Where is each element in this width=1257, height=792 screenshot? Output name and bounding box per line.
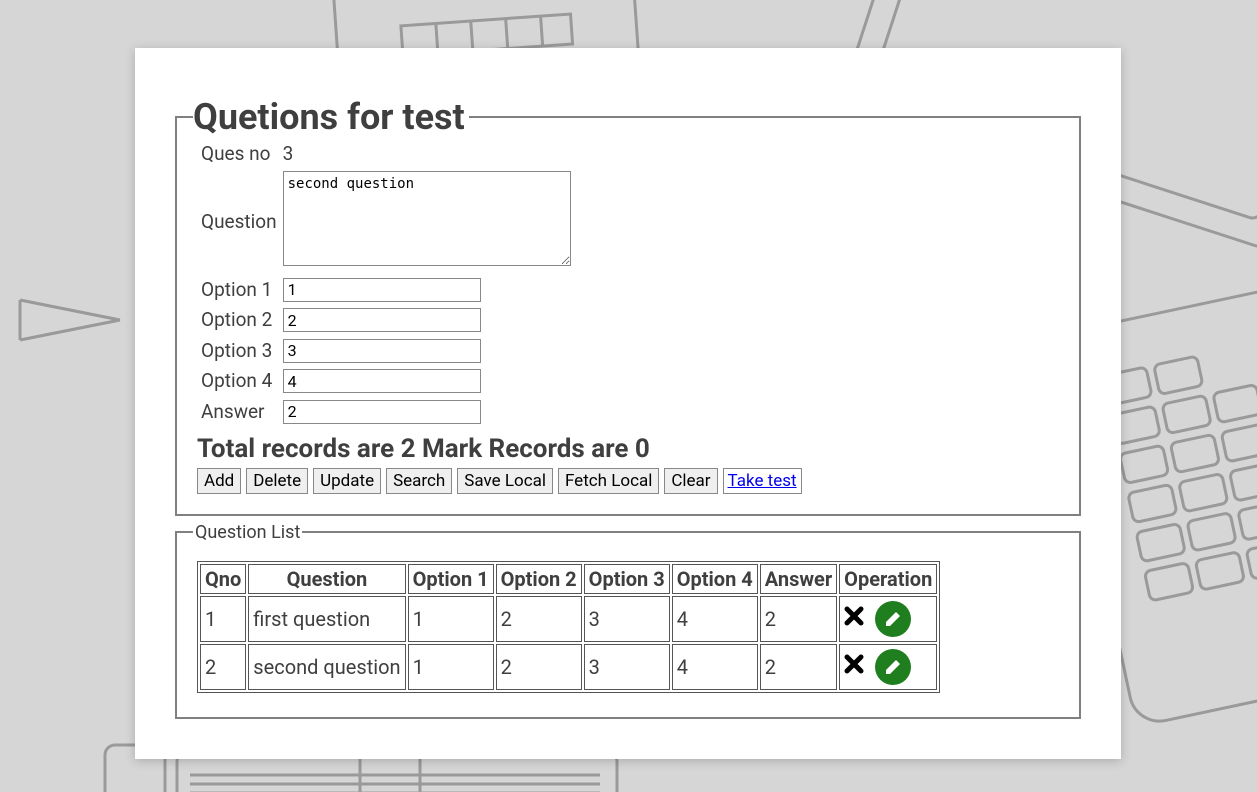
save-local-button[interactable]: Save Local bbox=[457, 468, 553, 494]
option3-label: Option 3 bbox=[199, 336, 279, 365]
ques-no-label: Ques no bbox=[199, 140, 279, 167]
list-legend: Question List bbox=[193, 522, 302, 543]
option1-label: Option 1 bbox=[199, 275, 279, 304]
cell-option1: 1 bbox=[408, 644, 494, 690]
question-textarea[interactable]: second question bbox=[283, 171, 571, 266]
col-question: Question bbox=[248, 564, 405, 594]
cell-option2: 2 bbox=[496, 596, 582, 642]
col-option2: Option 2 bbox=[496, 564, 582, 594]
search-button[interactable]: Search bbox=[386, 468, 452, 494]
question-list-fieldset: Question List Qno Question Option 1 Opti… bbox=[175, 522, 1081, 719]
answer-label: Answer bbox=[199, 397, 279, 426]
delete-icon[interactable] bbox=[844, 654, 864, 679]
edit-icon[interactable] bbox=[875, 649, 911, 685]
update-button[interactable]: Update bbox=[313, 468, 381, 494]
cell-operation bbox=[839, 596, 937, 642]
delete-icon[interactable] bbox=[844, 606, 864, 631]
cell-option2: 2 bbox=[496, 644, 582, 690]
add-button[interactable]: Add bbox=[197, 468, 241, 494]
cell-qno: 2 bbox=[200, 644, 246, 690]
button-row: Add Delete Update Search Save Local Fetc… bbox=[197, 468, 1059, 494]
col-answer: Answer bbox=[760, 564, 837, 594]
ques-no-value: 3 bbox=[281, 140, 573, 167]
cell-operation bbox=[839, 644, 937, 690]
cell-question: second question bbox=[248, 644, 405, 690]
cell-answer: 2 bbox=[760, 596, 837, 642]
option3-input[interactable] bbox=[283, 339, 481, 363]
option4-input[interactable] bbox=[283, 369, 481, 393]
col-option1: Option 1 bbox=[408, 564, 494, 594]
cell-option3: 3 bbox=[584, 644, 670, 690]
fetch-local-button[interactable]: Fetch Local bbox=[558, 468, 659, 494]
table-row: 2 second question 1 2 3 4 2 bbox=[200, 644, 937, 690]
col-option3: Option 3 bbox=[584, 564, 670, 594]
edit-icon[interactable] bbox=[875, 601, 911, 637]
question-form-fieldset: Quetions for test Ques no 3 Question sec… bbox=[175, 96, 1081, 516]
option2-input[interactable] bbox=[283, 308, 481, 332]
question-label: Question bbox=[199, 169, 279, 273]
totals-text: Total records are 2 Mark Records are 0 bbox=[197, 434, 1059, 464]
cell-option1: 1 bbox=[408, 596, 494, 642]
cell-qno: 1 bbox=[200, 596, 246, 642]
option1-input[interactable] bbox=[283, 278, 481, 302]
question-table: Qno Question Option 1 Option 2 Option 3 … bbox=[197, 561, 940, 693]
cell-option3: 3 bbox=[584, 596, 670, 642]
option2-label: Option 2 bbox=[199, 306, 279, 335]
col-operation: Operation bbox=[839, 564, 937, 594]
clear-button[interactable]: Clear bbox=[664, 468, 717, 494]
answer-input[interactable] bbox=[283, 400, 481, 424]
main-card: Quetions for test Ques no 3 Question sec… bbox=[135, 48, 1121, 759]
option4-label: Option 4 bbox=[199, 367, 279, 396]
col-qno: Qno bbox=[200, 564, 246, 594]
cell-answer: 2 bbox=[760, 644, 837, 690]
col-option4: Option 4 bbox=[672, 564, 758, 594]
cell-question: first question bbox=[248, 596, 405, 642]
form-table: Ques no 3 Question second question Optio… bbox=[197, 138, 575, 428]
table-row: 1 first question 1 2 3 4 2 bbox=[200, 596, 937, 642]
take-test-link[interactable]: Take test bbox=[723, 468, 802, 494]
form-legend: Quetions for test bbox=[193, 96, 469, 138]
cell-option4: 4 bbox=[672, 644, 758, 690]
cell-option4: 4 bbox=[672, 596, 758, 642]
delete-button[interactable]: Delete bbox=[246, 468, 308, 494]
